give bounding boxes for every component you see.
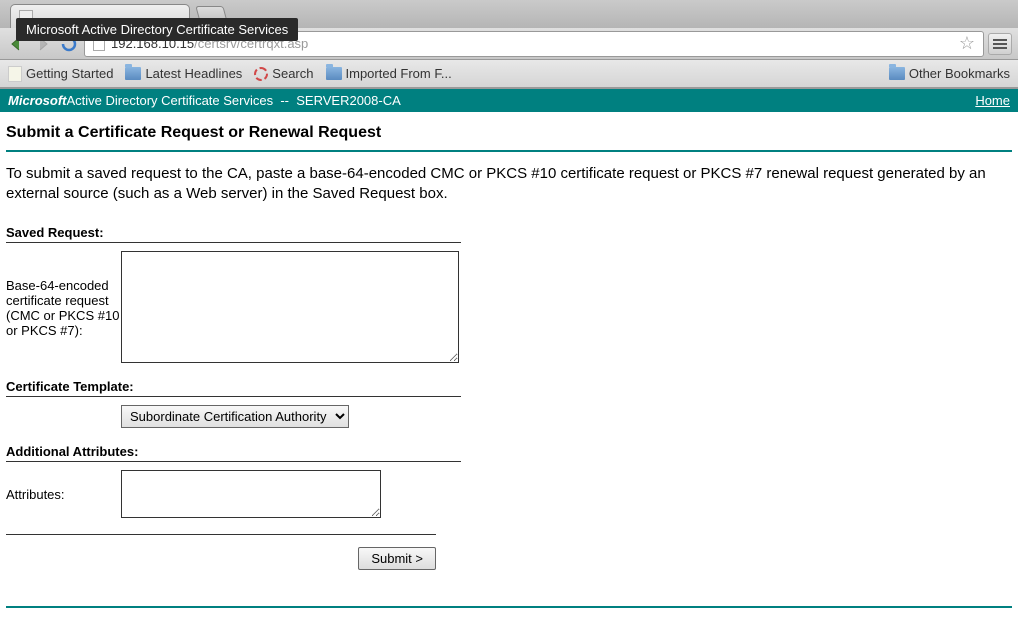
tab-tooltip: Microsoft Active Directory Certificate S… bbox=[16, 18, 298, 41]
attributes-field-label: Attributes: bbox=[6, 470, 121, 518]
template-spacer bbox=[6, 405, 121, 428]
bookmark-search[interactable]: Search bbox=[254, 66, 313, 81]
server-name: SERVER2008-CA bbox=[296, 93, 401, 108]
page-header: Microsoft Active Directory Certificate S… bbox=[0, 89, 1018, 112]
certificate-template-select[interactable]: Subordinate Certification Authority bbox=[121, 405, 349, 428]
bookmark-other[interactable]: Other Bookmarks bbox=[889, 66, 1010, 81]
saved-request-section-label: Saved Request: bbox=[6, 225, 461, 243]
folder-icon bbox=[889, 67, 905, 80]
bookmark-latest-headlines[interactable]: Latest Headlines bbox=[125, 66, 242, 81]
bookmark-bar: Getting Started Latest Headlines Search … bbox=[0, 60, 1018, 88]
microsoft-label: Microsoft bbox=[8, 93, 67, 108]
bookmark-label: Latest Headlines bbox=[145, 66, 242, 81]
attributes-textarea[interactable] bbox=[121, 470, 381, 518]
page-title: Submit a Certificate Request or Renewal … bbox=[6, 124, 1012, 152]
browser-chrome: Microsoft Active Directory Certificate S… bbox=[0, 0, 1018, 89]
folder-icon bbox=[125, 67, 141, 80]
bottom-divider bbox=[6, 606, 1012, 608]
search-icon bbox=[254, 67, 268, 81]
separator: -- bbox=[273, 93, 296, 108]
additional-attributes-section-label: Additional Attributes: bbox=[6, 444, 461, 462]
browser-tab[interactable]: Microsoft Active Directory Certificate S… bbox=[10, 4, 190, 28]
folder-icon bbox=[326, 67, 342, 80]
certificate-template-section-label: Certificate Template: bbox=[6, 379, 461, 397]
page-description: To submit a saved request to the CA, pas… bbox=[6, 164, 1012, 205]
bookmark-imported[interactable]: Imported From F... bbox=[326, 66, 452, 81]
bookmark-star-icon[interactable]: ☆ bbox=[959, 33, 975, 54]
bookmark-label: Other Bookmarks bbox=[909, 66, 1010, 81]
menu-button[interactable] bbox=[988, 33, 1012, 55]
submit-row: Submit > bbox=[6, 534, 436, 570]
home-link[interactable]: Home bbox=[975, 93, 1010, 108]
page-icon bbox=[8, 66, 22, 82]
tab-bar: Microsoft Active Directory Certificate S… bbox=[0, 0, 1018, 28]
bookmark-label: Search bbox=[272, 66, 313, 81]
saved-request-textarea[interactable] bbox=[121, 251, 459, 363]
bookmark-label: Imported From F... bbox=[346, 66, 452, 81]
adcs-label: Active Directory Certificate Services bbox=[67, 93, 274, 108]
saved-request-field-label: Base-64-encoded certificate request (CMC… bbox=[6, 251, 121, 363]
bookmark-label: Getting Started bbox=[26, 66, 113, 81]
page-content: Submit a Certificate Request or Renewal … bbox=[0, 112, 1018, 620]
bookmark-getting-started[interactable]: Getting Started bbox=[8, 66, 113, 82]
submit-button[interactable]: Submit > bbox=[358, 547, 436, 570]
